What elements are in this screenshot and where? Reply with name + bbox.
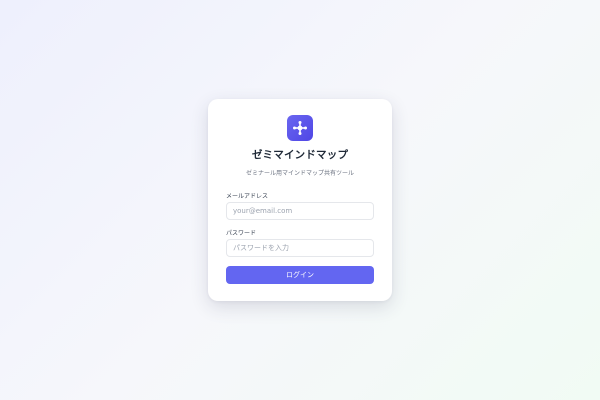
mindmap-node-icon (293, 121, 307, 135)
app-title: ゼミマインドマップ (251, 149, 349, 161)
email-field[interactable] (226, 202, 374, 220)
password-label: パスワード (226, 230, 257, 237)
password-field[interactable] (226, 239, 374, 257)
email-label: メールアドレス (226, 193, 269, 200)
login-button[interactable]: ログイン (226, 266, 374, 284)
app-subtitle: ゼミナール用マインドマップ共有ツール (245, 170, 354, 177)
app-logo (287, 115, 313, 141)
login-card: ゼミマインドマップ ゼミナール用マインドマップ共有ツール メールアドレス パスワ… (208, 99, 392, 301)
